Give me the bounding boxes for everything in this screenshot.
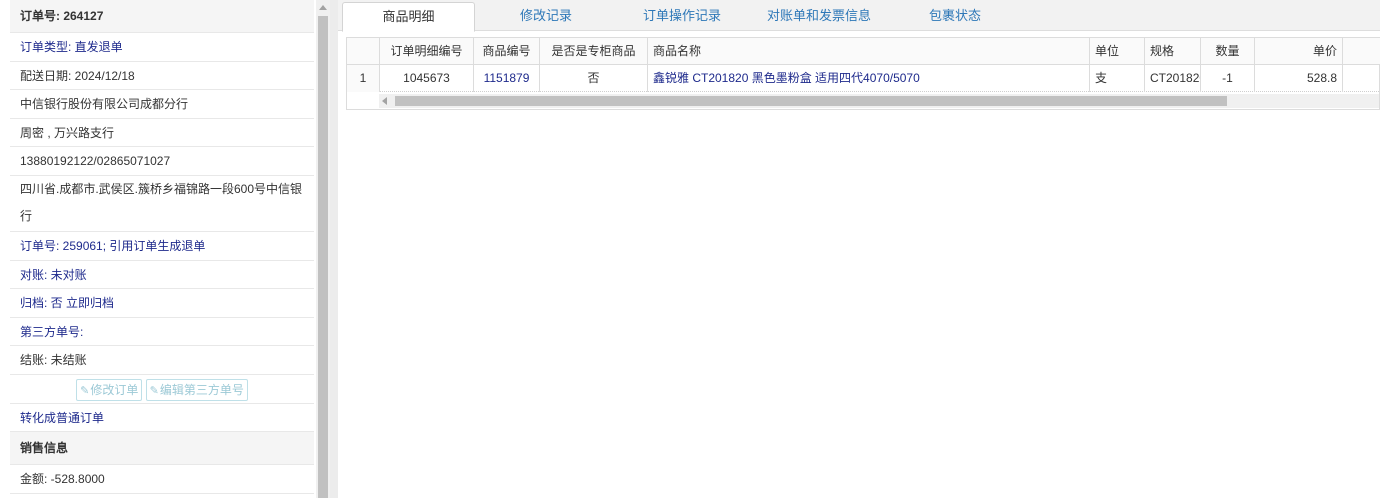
- edit-order-label: 修改订单: [90, 382, 139, 397]
- edit-icon: ✎: [149, 384, 159, 397]
- tab-reconciliation-invoice[interactable]: 对账单和发票信息: [752, 2, 886, 31]
- scroll-left-arrow-icon[interactable]: [382, 97, 387, 105]
- cell-product-number[interactable]: 1151879: [474, 65, 540, 92]
- reconcile-status: 对账: 未对账: [10, 261, 314, 290]
- sales-amount: 金额: -528.8000: [10, 465, 314, 494]
- left-scrollbar[interactable]: [316, 0, 330, 498]
- row-number-header: [347, 38, 380, 65]
- cell-is-counter-product: 否: [540, 65, 648, 92]
- tab-package-status[interactable]: 包裹状态: [898, 2, 1012, 31]
- edit-icon: ✎: [80, 384, 90, 397]
- settlement-status: 结账: 未结账: [10, 346, 314, 375]
- cell-unit: 支: [1090, 65, 1145, 92]
- row-number: 1: [347, 65, 380, 92]
- order-type: 订单类型: 直发退单: [10, 33, 314, 62]
- tab-modification-log[interactable]: 修改记录: [488, 2, 604, 31]
- grid-header-row: 订单明细编号 商品编号 是否是专柜商品 商品名称 单位 规格 数量 单价: [347, 38, 1380, 65]
- cell-spec: CT201820: [1145, 65, 1201, 92]
- col-unit[interactable]: 单位: [1090, 38, 1145, 65]
- tab-bar: 商品明细 修改记录 订单操作记录 对账单和发票信息 包裹状态: [338, 0, 1380, 32]
- edit-order-button[interactable]: ✎修改订单: [76, 378, 143, 401]
- delivery-address: 四川省.成都市.武侯区.簇桥乡福锦路一段600号中信银行: [10, 176, 314, 232]
- order-number-header: 订单号: 264127: [10, 0, 314, 33]
- archive-status[interactable]: 归档: 否 立即归档: [10, 289, 314, 318]
- scroll-up-arrow-icon[interactable]: [319, 5, 327, 10]
- reference-order[interactable]: 订单号: 259061; 引用订单生成退单: [10, 232, 314, 261]
- col-unit-price[interactable]: 单价: [1255, 38, 1343, 65]
- cell-unit-price: 528.8: [1255, 65, 1343, 92]
- tab-product-details[interactable]: 商品明细: [342, 2, 475, 32]
- convert-to-normal-order-link[interactable]: 转化成普通订单: [10, 404, 314, 433]
- contact-person: 周密 , 万兴路支行: [10, 119, 314, 148]
- cell-quantity: -1: [1201, 65, 1255, 92]
- col-product-name[interactable]: 商品名称: [648, 38, 1090, 65]
- product-detail-grid: 订单明细编号 商品编号 是否是专柜商品 商品名称 单位 规格 数量 单价 1 1…: [346, 37, 1380, 110]
- col-product-number[interactable]: 商品编号: [474, 38, 540, 65]
- contact-phone: 13880192122/02865071027: [10, 147, 314, 176]
- horizontal-scrollbar-thumb[interactable]: [395, 96, 1227, 106]
- grid-horizontal-scrollbar[interactable]: [379, 94, 1379, 108]
- sales-info-header: 销售信息: [10, 432, 314, 466]
- col-spec[interactable]: 规格: [1145, 38, 1201, 65]
- col-quantity[interactable]: 数量: [1201, 38, 1255, 65]
- order-detail-panel: 商品明细 修改记录 订单操作记录 对账单和发票信息 包裹状态 订单明细编号 商品…: [338, 0, 1380, 498]
- scrollbar-thumb[interactable]: [318, 16, 328, 498]
- panel-splitter[interactable]: [330, 0, 338, 498]
- cell-detail-number: 1045673: [380, 65, 474, 92]
- order-action-buttons: ✎修改订单 ✎编辑第三方单号: [10, 375, 314, 404]
- delivery-date: 配送日期: 2024/12/18: [10, 62, 314, 91]
- edit-third-party-button[interactable]: ✎编辑第三方单号: [145, 378, 248, 401]
- col-is-counter-product[interactable]: 是否是专柜商品: [540, 38, 648, 65]
- order-info-panel: 订单号: 264127 订单类型: 直发退单 配送日期: 2024/12/18 …: [0, 0, 330, 498]
- col-detail-number[interactable]: 订单明细编号: [380, 38, 474, 65]
- tab-order-operation-log[interactable]: 订单操作记录: [618, 2, 746, 31]
- table-row[interactable]: 1 1045673 1151879 否 鑫锐雅 CT201820 黑色墨粉盒 适…: [347, 65, 1380, 92]
- company-name: 中信银行股份有限公司成都分行: [10, 90, 314, 119]
- third-party-number: 第三方单号:: [10, 318, 314, 347]
- cell-product-name[interactable]: 鑫锐雅 CT201820 黑色墨粉盒 适用四代4070/5070: [648, 65, 1090, 92]
- edit-third-party-label: 编辑第三方单号: [159, 382, 244, 397]
